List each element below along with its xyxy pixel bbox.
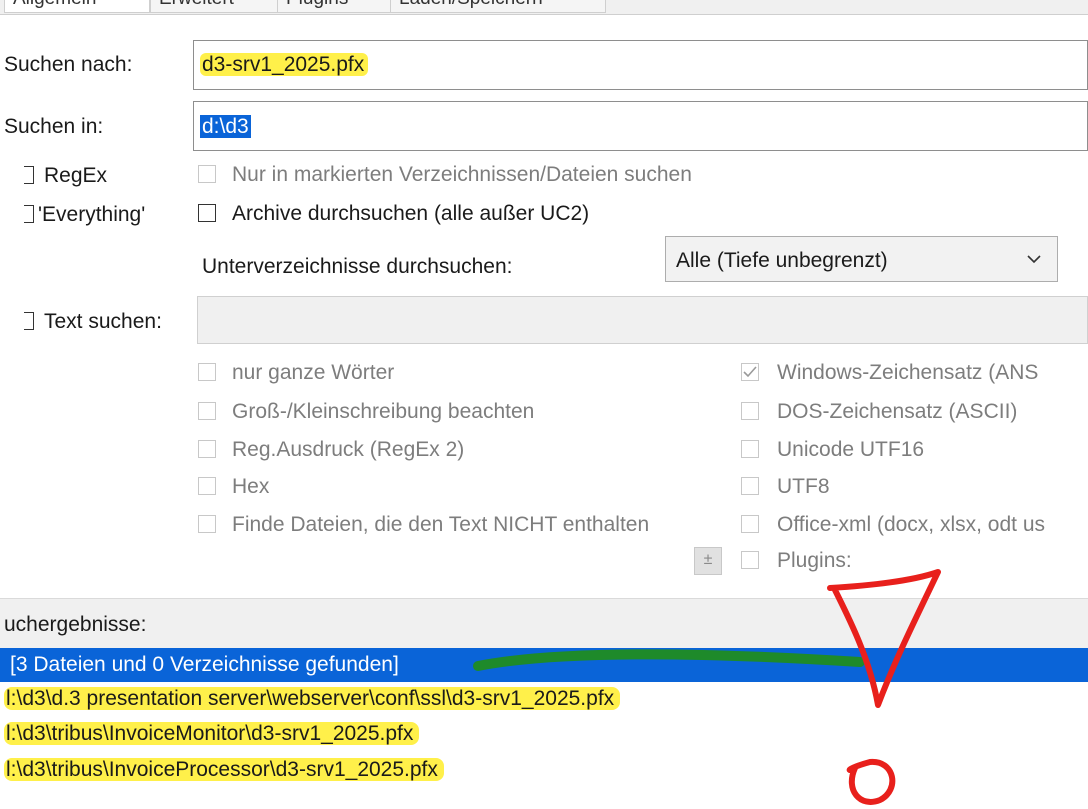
search-in-value: d:\d3 xyxy=(200,115,251,138)
dos-charset-checkbox xyxy=(741,402,759,420)
subdirs-label: Unterverzeichnisse durchsuchen: xyxy=(202,255,513,278)
dos-charset-label: DOS-Zeichensatz (ASCII) xyxy=(777,400,1018,423)
whole-words-label: nur ganze Wörter xyxy=(232,361,395,384)
results-list[interactable]: [3 Dateien und 0 Verzeichnisse gefunden]… xyxy=(0,648,1088,809)
tab-advanced-label: Erweitert xyxy=(159,0,234,9)
regex-checkbox[interactable] xyxy=(24,166,34,184)
archives-label: Archive durchsuchen (alle außer UC2) xyxy=(232,202,590,225)
plus-minus-button[interactable]: ± xyxy=(694,547,722,575)
everything-label: 'Everything' xyxy=(38,203,146,226)
case-sensitive-label: Groß-/Kleinschreibung beachten xyxy=(232,400,535,423)
everything-checkbox[interactable] xyxy=(24,205,34,223)
subdirs-value: Alle (Tiefe unbegrenzt) xyxy=(676,249,888,272)
text-search-checkbox[interactable] xyxy=(24,312,34,330)
hex-checkbox xyxy=(198,477,216,495)
result-row[interactable]: l:\d3\tribus\InvoiceProcessor\d3-srv1_20… xyxy=(0,753,1088,787)
case-sensitive-checkbox xyxy=(198,402,216,420)
result-row[interactable]: l:\d3\d.3 presentation server\webserver\… xyxy=(0,682,1088,716)
office-xml-checkbox xyxy=(741,515,759,533)
search-for-label: Suchen nach: xyxy=(4,53,133,76)
tab-load-save-label: Laden/Speichern xyxy=(399,0,543,9)
results-summary-text: [3 Dateien und 0 Verzeichnisse gefunden] xyxy=(10,653,399,676)
text-search-input[interactable] xyxy=(197,296,1088,344)
tab-general[interactable]: Allgemein xyxy=(4,0,150,13)
windows-charset-checkbox xyxy=(741,363,759,381)
tab-load-save[interactable]: Laden/Speichern xyxy=(390,0,606,13)
plugins-label: Plugins: xyxy=(777,549,852,572)
result-path: l:\d3\d.3 presentation server\webserver\… xyxy=(4,687,621,710)
search-for-input[interactable]: d3-srv1_2025.pfx xyxy=(193,40,1088,90)
tab-strip: Allgemein Erweitert Plugins Laden/Speich… xyxy=(0,0,1088,14)
whole-words-checkbox xyxy=(198,363,216,381)
archives-checkbox[interactable] xyxy=(198,204,216,222)
chevron-down-icon xyxy=(1027,255,1041,264)
results-summary-row[interactable]: [3 Dateien und 0 Verzeichnisse gefunden] xyxy=(0,648,1088,682)
tab-plugins-label: Plugins xyxy=(286,0,348,9)
checkmark-icon xyxy=(743,366,757,378)
regex2-label: Reg.Ausdruck (RegEx 2) xyxy=(232,438,465,461)
text-search-label: Text suchen: xyxy=(44,310,162,333)
results-header: uchergebnisse: xyxy=(0,598,1088,648)
hex-label: Hex xyxy=(232,475,270,498)
plugins-checkbox xyxy=(741,551,759,569)
not-containing-checkbox xyxy=(198,515,216,533)
not-containing-label: Finde Dateien, die den Text NICHT enthal… xyxy=(232,513,650,536)
subdirs-dropdown[interactable]: Alle (Tiefe unbegrenzt) xyxy=(665,236,1058,282)
only-marked-checkbox xyxy=(198,165,216,183)
result-path: l:\d3\tribus\InvoiceMonitor\d3-srv1_2025… xyxy=(4,722,420,745)
result-path: l:\d3\tribus\InvoiceProcessor\d3-srv1_20… xyxy=(4,758,444,781)
results-label: uchergebnisse: xyxy=(4,613,147,636)
tab-general-label: Allgemein xyxy=(13,0,96,9)
utf16-label: Unicode UTF16 xyxy=(777,438,925,461)
result-row[interactable]: l:\d3\tribus\InvoiceMonitor\d3-srv1_2025… xyxy=(0,717,1088,751)
utf16-checkbox xyxy=(741,440,759,458)
search-for-value: d3-srv1_2025.pfx xyxy=(200,53,369,76)
tab-advanced[interactable]: Erweitert xyxy=(150,0,278,13)
windows-charset-label: Windows-Zeichensatz (ANS xyxy=(777,361,1039,384)
regex-label: RegEx xyxy=(44,164,108,187)
search-in-label: Suchen in: xyxy=(4,115,104,138)
utf8-checkbox xyxy=(741,477,759,495)
tab-plugins[interactable]: Plugins xyxy=(277,0,391,13)
office-xml-label: Office-xml (docx, xlsx, odt us xyxy=(777,513,1046,536)
only-marked-label: Nur in markierten Verzeichnissen/Dateien… xyxy=(232,163,692,186)
tab-divider xyxy=(0,14,1088,15)
utf8-label: UTF8 xyxy=(777,475,830,498)
search-in-input[interactable]: d:\d3 xyxy=(193,101,1088,151)
regex2-checkbox xyxy=(198,440,216,458)
